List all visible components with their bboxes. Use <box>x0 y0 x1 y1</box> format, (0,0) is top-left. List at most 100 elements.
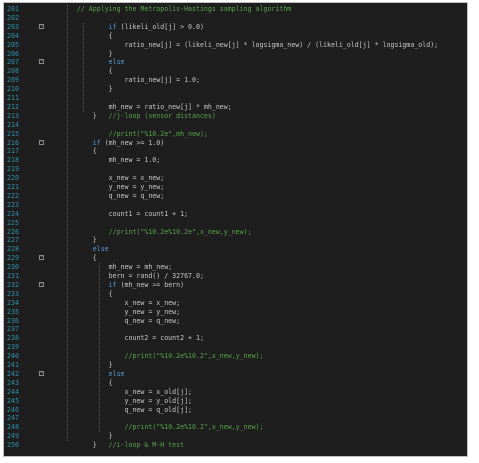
code-line[interactable] <box>4 450 467 456</box>
code-text[interactable]: { <box>61 32 467 41</box>
code-text[interactable]: q_new = q_new; <box>61 317 467 326</box>
code-text[interactable]: } <box>61 85 467 94</box>
code-text[interactable]: //print("%10.2e%10.2",x_new,y_new); <box>61 423 467 432</box>
code-text[interactable]: { <box>61 290 467 299</box>
code-text[interactable]: bern = rand() / 32767.0; <box>61 272 467 281</box>
code-line[interactable]: 203 - if (likeli_old[j] > 0.0) <box>4 23 467 32</box>
code-line[interactable]: 233 { <box>4 290 467 299</box>
code-text[interactable]: count1 = count1 + 1; <box>61 210 467 219</box>
code-text[interactable]: if (mh_new >= bern) <box>61 281 467 290</box>
code-line[interactable]: 229 - { <box>4 254 467 263</box>
code-line[interactable]: 202 <box>4 14 467 23</box>
code-line[interactable]: 213 } //j-loop (sensor distances) <box>4 112 467 121</box>
code-text[interactable]: x_new = x_new; <box>61 299 467 308</box>
code-text[interactable]: ratio_new[j] = 1.0; <box>61 76 467 85</box>
code-line[interactable]: 248 //print("%10.2e%10.2",x_new,y_new); <box>4 423 467 432</box>
code-line[interactable]: 207 - else <box>4 58 467 67</box>
code-line[interactable]: 243 { <box>4 379 467 388</box>
code-text[interactable]: else <box>61 245 467 254</box>
code-line[interactable]: 221 y_new = y_new; <box>4 183 467 192</box>
code-line[interactable]: 227 } <box>4 236 467 245</box>
code-line[interactable]: 209 ratio_new[j] = 1.0; <box>4 76 467 85</box>
code-line[interactable]: 219 <box>4 165 467 174</box>
code-line[interactable]: 240 //print("%10.2e%10.2",x_new,y_new); <box>4 352 467 361</box>
code-line[interactable]: 245 y_new = y_old[j]; <box>4 397 467 406</box>
code-text[interactable]: y_new = y_old[j]; <box>61 397 467 406</box>
code-line[interactable]: 212 mh_new = ratio_new[j] * mh_new; <box>4 103 467 112</box>
collapse-icon[interactable]: - <box>39 23 44 29</box>
collapse-icon[interactable]: - <box>39 255 44 261</box>
code-line[interactable]: 225 <box>4 219 467 228</box>
code-line[interactable]: 241 } <box>4 361 467 370</box>
code-text[interactable]: //print("%10.2e%10.2e",x_new,y_new); <box>61 228 467 237</box>
code-text[interactable]: mh_new = ratio_new[j] * mh_new; <box>61 103 467 112</box>
code-text[interactable]: } <box>61 361 467 370</box>
code-line[interactable]: 234 x_new = x_new; <box>4 299 467 308</box>
code-line[interactable]: 224 count1 = count1 + 1; <box>4 210 467 219</box>
code-line[interactable]: 210 } <box>4 85 467 94</box>
code-text[interactable]: q_new = q_old[j]; <box>61 406 467 415</box>
code-line[interactable]: 206 } <box>4 50 467 59</box>
line-number: 207 <box>7 58 19 67</box>
code-text[interactable]: else <box>61 370 467 379</box>
code-text[interactable]: //print("%10.2e",mh_new); <box>61 130 467 139</box>
code-line[interactable]: 215 //print("%10.2e",mh_new); <box>4 130 467 139</box>
code-line[interactable]: 235 y_new = y_new; <box>4 308 467 317</box>
code-text[interactable]: mh_new = mh_new; <box>61 263 467 272</box>
code-line[interactable]: 214 <box>4 121 467 130</box>
code-text[interactable]: } <box>61 236 467 245</box>
code-text[interactable]: else <box>61 58 467 67</box>
code-line[interactable]: 228 else <box>4 245 467 254</box>
code-line[interactable]: 244 x_new = x_old[j]; <box>4 388 467 397</box>
collapse-icon[interactable]: - <box>39 59 44 65</box>
code-line[interactable]: 242 - else <box>4 370 467 379</box>
code-text[interactable]: y_new = y_new; <box>61 308 467 317</box>
code-text[interactable]: q_new = q_new; <box>61 192 467 201</box>
code-line[interactable]: 220 x_new = x_new; <box>4 174 467 183</box>
code-text[interactable]: } <box>61 50 467 59</box>
code-line[interactable]: 211 <box>4 94 467 103</box>
code-text[interactable]: x_new = x_new; <box>61 174 467 183</box>
code-line[interactable]: 238 count2 = count2 + 1; <box>4 334 467 343</box>
collapse-icon[interactable]: - <box>39 139 44 145</box>
code-line[interactable]: 205 ratio_new[j] = (likeli_new[j] * logs… <box>4 41 467 50</box>
code-line[interactable]: 216 - if (mh_new >= 1.0) <box>4 139 467 148</box>
code-text[interactable]: } //i-loop & M-H test <box>61 441 467 450</box>
code-line[interactable]: 230 mh_new = mh_new; <box>4 263 467 272</box>
code-text[interactable]: { <box>61 379 467 388</box>
code-text[interactable]: y_new = y_new; <box>61 183 467 192</box>
code-line[interactable]: 222 q_new = q_new; <box>4 192 467 201</box>
code-text[interactable]: mh_new = 1.0; <box>61 156 467 165</box>
code-text[interactable]: count2 = count2 + 1; <box>61 334 467 343</box>
code-line[interactable]: 201 // Applying the Metropolis-Hastings … <box>4 5 467 14</box>
code-text[interactable]: if (likeli_old[j] > 0.0) <box>61 23 467 32</box>
code-line[interactable]: 231 bern = rand() / 32767.0; <box>4 272 467 281</box>
code-line[interactable]: 232 - if (mh_new >= bern) <box>4 281 467 290</box>
code-line[interactable]: 250 } //i-loop & M-H test <box>4 441 467 450</box>
code-text[interactable]: { <box>61 254 467 263</box>
code-text[interactable]: x_new = x_old[j]; <box>61 388 467 397</box>
code-text[interactable]: // Applying the Metropolis-Hastings samp… <box>61 5 467 14</box>
code-line[interactable]: 226 //print("%10.2e%10.2e",x_new,y_new); <box>4 228 467 237</box>
code-text[interactable]: } //j-loop (sensor distances) <box>61 112 467 121</box>
collapse-icon[interactable]: - <box>39 370 44 376</box>
code-text[interactable]: { <box>61 67 467 76</box>
code-text[interactable]: if (mh_new >= 1.0) <box>61 139 467 148</box>
code-line[interactable]: 217 { <box>4 147 467 156</box>
code-line[interactable]: 218 mh_new = 1.0; <box>4 156 467 165</box>
code-line[interactable]: 223 <box>4 201 467 210</box>
code-line[interactable]: 237 <box>4 325 467 334</box>
code-line[interactable]: 246 q_new = q_old[j]; <box>4 406 467 415</box>
code-line[interactable]: 236 q_new = q_new; <box>4 317 467 326</box>
code-line[interactable]: 204 { <box>4 32 467 41</box>
collapse-icon[interactable]: - <box>39 281 44 287</box>
code-line[interactable]: 208 { <box>4 67 467 76</box>
code-text[interactable]: ratio_new[j] = (likeli_new[j] * logsigma… <box>61 41 467 50</box>
code-line[interactable]: 249 } <box>4 432 467 441</box>
code-line[interactable]: 247 <box>4 414 467 423</box>
code-text[interactable]: //print("%10.2e%10.2",x_new,y_new); <box>61 352 467 361</box>
code-line[interactable]: 239 <box>4 343 467 352</box>
code-text[interactable]: { <box>61 147 467 156</box>
code-editor[interactable]: 201 // Applying the Metropolis-Hastings … <box>3 2 468 457</box>
code-text[interactable]: } <box>61 432 467 441</box>
